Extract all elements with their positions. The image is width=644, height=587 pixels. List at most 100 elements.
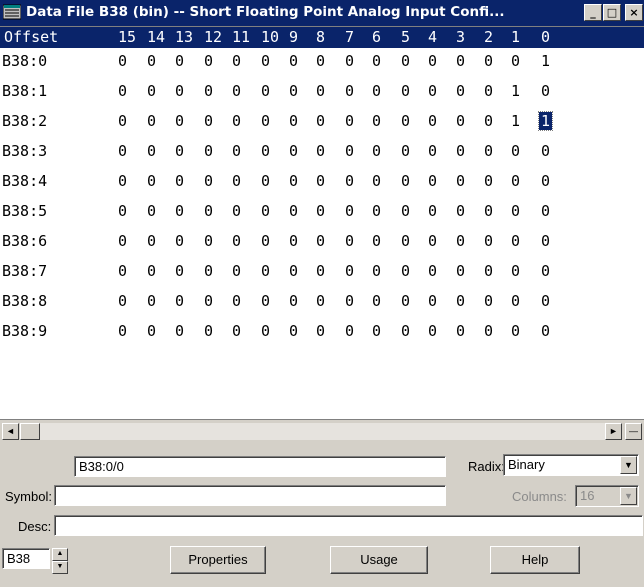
bit-cell[interactable]: 0 bbox=[345, 232, 354, 250]
bit-cell[interactable]: 0 bbox=[484, 202, 493, 220]
bit-cell[interactable]: 0 bbox=[232, 142, 241, 160]
columns-select[interactable]: 16 ▼ bbox=[575, 485, 639, 507]
bit-cell[interactable]: 0 bbox=[316, 142, 325, 160]
bit-cell[interactable]: 0 bbox=[428, 322, 437, 340]
bit-cell[interactable]: 0 bbox=[316, 52, 325, 70]
bit-cell[interactable]: 0 bbox=[541, 82, 550, 100]
bit-cell[interactable]: 0 bbox=[428, 142, 437, 160]
bit-cell[interactable]: 0 bbox=[289, 112, 298, 130]
help-button[interactable]: Help bbox=[490, 546, 580, 574]
title-bar[interactable]: Data File B38 (bin) -- Short Floating Po… bbox=[0, 0, 644, 26]
radix-dropdown-icon[interactable]: ▼ bbox=[620, 456, 637, 474]
bit-cell[interactable]: 0 bbox=[456, 112, 465, 130]
bit-cell[interactable]: 0 bbox=[261, 82, 270, 100]
bit-cell[interactable]: 0 bbox=[232, 262, 241, 280]
bit-cell[interactable]: 0 bbox=[316, 322, 325, 340]
bit-cell[interactable]: 0 bbox=[316, 262, 325, 280]
bit-cell[interactable]: 0 bbox=[456, 322, 465, 340]
collapse-button[interactable]: — bbox=[625, 423, 642, 440]
bit-cell[interactable]: 0 bbox=[484, 232, 493, 250]
bit-cell[interactable]: 0 bbox=[204, 202, 213, 220]
bit-cell[interactable]: 0 bbox=[511, 292, 520, 310]
bit-cell[interactable]: 1 bbox=[541, 52, 550, 70]
bit-cell[interactable]: 0 bbox=[484, 322, 493, 340]
bit-cell[interactable]: 0 bbox=[345, 172, 354, 190]
bit-cell[interactable]: 0 bbox=[401, 292, 410, 310]
bit-cell[interactable]: 0 bbox=[456, 52, 465, 70]
bit-cell[interactable]: 0 bbox=[316, 82, 325, 100]
minimize-button[interactable]: _ bbox=[584, 4, 602, 21]
bit-cell[interactable]: 0 bbox=[118, 202, 127, 220]
file-number-field[interactable]: B38 bbox=[2, 548, 50, 569]
close-button[interactable]: × bbox=[625, 4, 643, 21]
bit-cell[interactable]: 0 bbox=[204, 322, 213, 340]
bit-cell[interactable]: 0 bbox=[261, 202, 270, 220]
bit-cell[interactable]: 0 bbox=[261, 262, 270, 280]
spin-down-icon[interactable]: ▼ bbox=[52, 561, 68, 574]
bit-cell[interactable]: 0 bbox=[372, 262, 381, 280]
bit-cell[interactable]: 0 bbox=[175, 202, 184, 220]
bit-cell[interactable]: 0 bbox=[261, 142, 270, 160]
bit-cell[interactable]: 0 bbox=[204, 262, 213, 280]
bit-cell[interactable]: 0 bbox=[511, 52, 520, 70]
bit-cell[interactable]: 0 bbox=[428, 232, 437, 250]
bit-cell[interactable]: 0 bbox=[316, 232, 325, 250]
bit-cell[interactable]: 0 bbox=[175, 322, 184, 340]
bit-cell[interactable]: 0 bbox=[204, 232, 213, 250]
bit-cell[interactable]: 0 bbox=[289, 52, 298, 70]
bit-cell[interactable]: 0 bbox=[204, 142, 213, 160]
maximize-button[interactable]: □ bbox=[603, 4, 621, 21]
bit-cell[interactable]: 0 bbox=[232, 322, 241, 340]
bit-cell[interactable]: 0 bbox=[372, 142, 381, 160]
bit-cell[interactable]: 0 bbox=[204, 112, 213, 130]
bit-cell[interactable]: 0 bbox=[147, 172, 156, 190]
address-field[interactable]: B38:0/0 bbox=[74, 456, 446, 477]
bit-cell[interactable]: 0 bbox=[456, 172, 465, 190]
bit-cell[interactable]: 0 bbox=[428, 292, 437, 310]
bit-cell[interactable]: 0 bbox=[289, 232, 298, 250]
desc-field[interactable] bbox=[54, 515, 643, 536]
bit-cell[interactable]: 0 bbox=[372, 232, 381, 250]
columns-dropdown-icon[interactable]: ▼ bbox=[620, 487, 637, 505]
bit-cell[interactable]: 0 bbox=[484, 112, 493, 130]
bit-cell[interactable]: 0 bbox=[484, 82, 493, 100]
bit-cell[interactable]: 1 bbox=[511, 82, 520, 100]
bit-cell[interactable]: 0 bbox=[261, 322, 270, 340]
bit-cell[interactable]: 0 bbox=[511, 172, 520, 190]
scroll-thumb[interactable] bbox=[20, 423, 40, 440]
bit-cell[interactable]: 0 bbox=[372, 202, 381, 220]
bit-cell[interactable]: 0 bbox=[204, 82, 213, 100]
bit-cell[interactable]: 0 bbox=[428, 172, 437, 190]
bit-cell[interactable]: 0 bbox=[289, 142, 298, 160]
scroll-right-button[interactable]: ► bbox=[605, 423, 622, 440]
bit-cell[interactable]: 1 bbox=[511, 112, 520, 130]
bit-cell[interactable]: 0 bbox=[316, 202, 325, 220]
bit-cell[interactable]: 0 bbox=[289, 262, 298, 280]
bit-cell[interactable]: 0 bbox=[345, 142, 354, 160]
bit-cell[interactable]: 0 bbox=[345, 112, 354, 130]
bit-cell[interactable]: 0 bbox=[261, 112, 270, 130]
bit-cell[interactable]: 0 bbox=[345, 262, 354, 280]
bit-cell[interactable]: 0 bbox=[232, 52, 241, 70]
bit-cell[interactable]: 0 bbox=[345, 322, 354, 340]
bit-cell[interactable]: 0 bbox=[541, 262, 550, 280]
bit-cell[interactable]: 0 bbox=[541, 142, 550, 160]
bit-cell[interactable]: 0 bbox=[175, 82, 184, 100]
bit-cell[interactable]: 0 bbox=[401, 142, 410, 160]
bit-cell[interactable]: 0 bbox=[261, 52, 270, 70]
bit-cell[interactable]: 0 bbox=[147, 52, 156, 70]
bit-cell[interactable]: 0 bbox=[118, 172, 127, 190]
bit-cell[interactable]: 0 bbox=[175, 262, 184, 280]
bit-cell[interactable]: 0 bbox=[204, 52, 213, 70]
bit-cell[interactable]: 0 bbox=[261, 172, 270, 190]
bit-cell[interactable]: 0 bbox=[232, 172, 241, 190]
bit-cell[interactable]: 0 bbox=[456, 232, 465, 250]
bit-cell[interactable]: 0 bbox=[147, 202, 156, 220]
bit-cell[interactable]: 0 bbox=[401, 82, 410, 100]
bit-cell[interactable]: 0 bbox=[118, 82, 127, 100]
bit-cell[interactable]: 0 bbox=[232, 112, 241, 130]
bit-cell[interactable]: 0 bbox=[147, 112, 156, 130]
bit-cell[interactable]: 0 bbox=[372, 292, 381, 310]
bit-cell[interactable]: 0 bbox=[484, 262, 493, 280]
bit-cell[interactable]: 0 bbox=[175, 232, 184, 250]
